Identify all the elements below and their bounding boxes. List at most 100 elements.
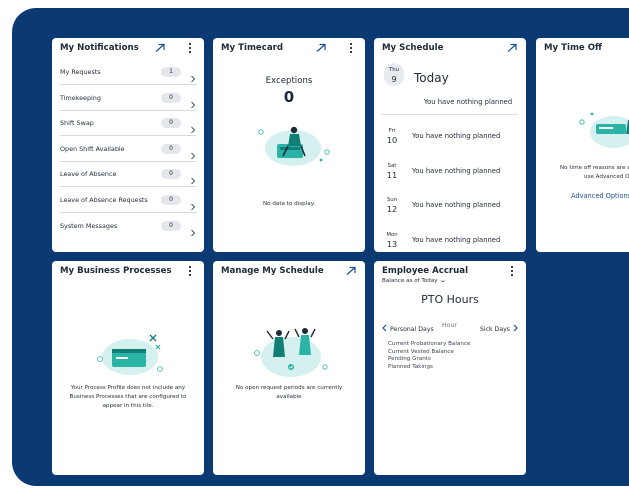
chevron-right-icon [190,68,196,83]
notification-row[interactable]: Shift Swap 0 [60,111,196,137]
business-processes-empty-text-1: Your Process Profile does not include an… [70,385,186,391]
schedule-day-row[interactable]: Sun 12 You have nothing planned [382,188,518,222]
dashboard-background: My Notifications My Requests 1 Timekeeping… [12,8,629,486]
chevron-right-icon [190,94,196,108]
time-off-empty-text-1: No time off reasons are av [560,165,629,171]
business-processes-more-icon[interactable] [184,265,196,277]
accrual-balance-line: Current Vested Balance [388,348,454,355]
schedule-day-row[interactable]: Sat 11 You have nothing planned [382,154,518,188]
notification-label: Timekeeping [60,93,101,102]
schedule-day-dom: 12 [386,204,398,214]
business-processes-empty-text-3: appear in this tile. [102,403,154,409]
accrual-balance-line: Current Probationary Balance [388,341,471,347]
schedule-open-arrow-icon[interactable] [506,42,518,54]
accrual-prev-tab-button[interactable]: Personal Days [382,324,434,334]
notification-row[interactable]: Leave of Absence Requests 0 [60,188,196,213]
manage-schedule-empty-text-2: available [276,394,302,400]
business-processes-empty-illustration [92,329,168,383]
schedule-today-message: You have nothing planned [423,98,513,106]
notification-count-badge: 0 [161,169,181,180]
chevron-right-icon [190,145,196,160]
notification-label: Leave of Absence [60,170,117,179]
schedule-today-label: Today [414,71,449,85]
accrual-balance-line: Planned Takings [388,363,433,370]
accrual-balance-date-selector[interactable]: Balance as of Today [382,278,445,284]
chevron-right-icon [190,119,196,134]
time-off-empty-illustration [572,108,629,156]
notification-count-badge: 0 [161,143,181,154]
notification-row[interactable]: Leave of Absence 0 [60,162,196,188]
schedule-today-dow: Thu [388,67,400,73]
notification-row[interactable]: My Requests 1 [60,60,196,85]
business-processes-empty-text-2: Business Processes that are configured t… [69,394,187,400]
schedule-day-dom: 10 [386,135,398,145]
schedule-day-dom: 11 [386,169,398,180]
accrual-next-tab-button[interactable]: Sick Days [480,324,518,334]
time-off-title: My Time Off [544,43,602,53]
notification-count-badge: 0 [161,221,181,232]
chevron-right-icon [190,196,196,211]
accrual-subtitle: Balance as of Today [382,278,438,284]
schedule-today-date[interactable]: Thu 9 [384,63,404,86]
business-processes-tile: My Business Processes Your Process Profi… [52,261,204,475]
notifications-open-arrow-icon[interactable] [154,42,166,54]
notification-row[interactable]: Open Shift Available 0 [60,137,196,162]
timecard-empty-text: No data to display. [263,201,315,207]
timecard-empty-illustration [247,120,333,174]
notification-label: My Requests [60,68,101,76]
accrual-prev-chevron-icon [382,324,387,334]
schedule-day-date: Fri 10 [382,127,402,145]
accrual-next-tab-label: Sick Days [479,325,510,333]
notifications-title: My Notifications [60,43,139,53]
accrual-prev-tab-label: Personal Days [390,325,434,333]
notification-count-badge: 0 [161,195,181,205]
accrual-balance-line: Pending Grants [388,356,431,363]
chevron-right-icon [190,222,196,237]
schedule-day-date: Mon 13 [382,231,402,249]
schedule-title: My Schedule [382,43,444,53]
manage-schedule-tile: Manage My Schedule No open request perio [213,261,365,475]
timecard-title: My Timecard [221,43,284,53]
notification-label: Leave of Absence Requests [60,196,148,204]
accrual-date-chevron-icon [440,279,445,283]
schedule-day-date: Sun 12 [382,196,402,214]
timecard-open-arrow-icon[interactable] [315,42,327,54]
timecard-more-icon[interactable] [345,42,357,54]
schedule-day-message: You have nothing planned [412,132,501,140]
notifications-tile: My Notifications My Requests 1 Timekeeping… [52,38,204,252]
timecard-exceptions-label: Exceptions [265,76,313,86]
accrual-more-icon[interactable] [506,265,518,277]
notifications-more-icon[interactable] [184,42,196,54]
chevron-right-icon [190,170,196,185]
accrual-balance-list: Current Probationary Balance Current Vest… [388,341,470,371]
schedule-day-row[interactable]: Fri 10 You have nothing planned [382,119,518,153]
manage-schedule-title: Manage My Schedule [221,266,324,276]
manage-schedule-empty-text-1: No open request periods are currently [235,385,343,391]
notification-row[interactable]: Timekeeping 0 [60,86,196,111]
accrual-next-chevron-icon [513,324,518,334]
time-off-advanced-options-link[interactable]: Advanced Options [571,192,629,200]
notification-count-badge: 1 [161,67,181,77]
schedule-day-message: You have nothing planned [412,166,501,175]
schedule-day-row[interactable]: Mon 13 You have nothing planned [382,223,518,253]
accrual-heading: PTO Hours [421,293,479,306]
accrual-tile: Employee Accrual Balance as of Today PTO… [374,261,526,475]
timecard-tile: My Timecard Exceptions 0 No data to disp… [213,38,365,252]
schedule-divider [382,114,518,115]
accrual-title: Employee Accrual [382,266,469,276]
accrual-unit-label: Hour [442,322,457,329]
schedule-day-message: You have nothing planned [412,201,501,209]
manage-schedule-open-arrow-icon[interactable] [345,265,357,277]
schedule-day-message: You have nothing planned [412,235,501,244]
notification-label: Shift Swap [60,119,94,128]
manage-schedule-empty-illustration [249,323,331,385]
time-off-empty-text-2: use Advanced Op [584,174,629,180]
schedule-day-dom: 13 [386,238,398,249]
notification-count-badge: 0 [161,118,181,129]
notification-count-badge: 0 [161,92,181,103]
time-off-tile: My Time Off No time off reasons are av u… [536,38,629,252]
schedule-today-dom: 9 [391,75,397,84]
notification-row[interactable]: System Messages 0 [60,214,196,239]
notification-label: Open Shift Available [60,144,125,153]
timecard-exceptions-count[interactable]: 0 [213,88,365,106]
